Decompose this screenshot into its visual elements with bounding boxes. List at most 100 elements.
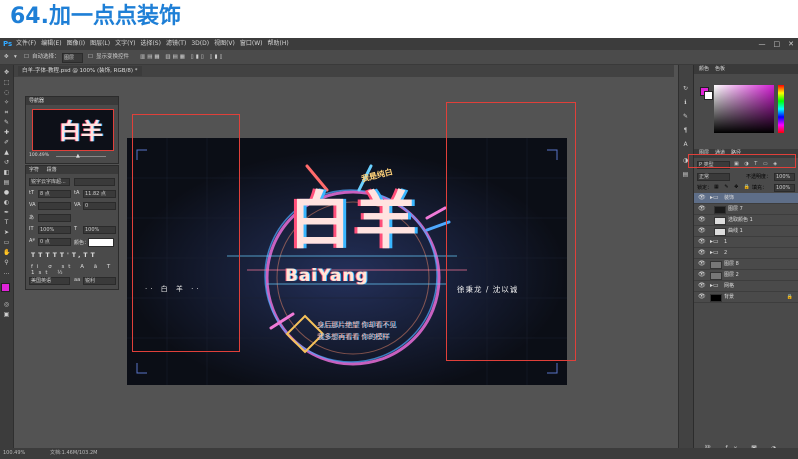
tab-paragraph[interactable]: 段落 xyxy=(47,167,57,173)
menu-item-select[interactable]: 选择(S) xyxy=(140,38,161,50)
visibility-eye-icon[interactable]: 👁 xyxy=(698,215,706,225)
path-select-icon[interactable]: ➤ xyxy=(3,229,10,236)
status-doc-size[interactable]: 文档:1.46M/103.2M xyxy=(50,448,97,459)
visibility-eye-icon[interactable]: 👁 xyxy=(698,281,706,291)
layer-row[interactable]: 👁 ▸▭ 2 xyxy=(694,248,798,259)
minimize-button[interactable]: — xyxy=(759,38,766,50)
text-color-swatch[interactable] xyxy=(88,238,114,247)
menu-item-help[interactable]: 帮助(H) xyxy=(268,38,289,50)
hand-tool-icon[interactable]: ✋ xyxy=(3,249,10,256)
foreground-color-swatch[interactable] xyxy=(1,283,10,292)
move-tool-icon[interactable]: ✥ xyxy=(4,52,9,62)
menu-item-layer[interactable]: 图层(L) xyxy=(90,38,110,50)
zoom-tool-icon[interactable]: ⚲ xyxy=(3,259,10,266)
menu-item-edit[interactable]: 编辑(E) xyxy=(41,38,61,50)
shape-tool-icon[interactable]: ▭ xyxy=(3,239,10,246)
layer-row[interactable]: 👁 ▸▭ 装饰 xyxy=(694,193,798,204)
lasso-tool-icon[interactable]: ◌ xyxy=(3,89,10,96)
show-transform-checkbox[interactable]: ☐ xyxy=(88,52,93,62)
antialias-dropdown[interactable]: 锐利 xyxy=(83,277,116,285)
layer-row[interactable]: 👁 ▸▭ 网格 xyxy=(694,281,798,292)
vertical-scale-field[interactable]: 100% xyxy=(38,226,71,234)
navigator-zoom-slider[interactable] xyxy=(56,156,106,157)
pen-tool-icon[interactable]: ✒ xyxy=(3,209,10,216)
history-panel-icon[interactable]: ↻ xyxy=(682,85,689,92)
color-picker-field[interactable] xyxy=(714,85,774,133)
eraser-tool-icon[interactable]: ◧ xyxy=(3,169,10,176)
healing-brush-icon[interactable]: ✚ xyxy=(3,129,10,136)
status-zoom[interactable]: 100.49% xyxy=(3,448,25,459)
styles-panel-icon[interactable]: ▤ xyxy=(682,171,689,178)
visibility-eye-icon[interactable]: 👁 xyxy=(698,270,706,280)
menu-item-3d[interactable]: 3D(D) xyxy=(191,38,209,50)
opentype-buttons[interactable]: fi σ st A ā T 1st ½ xyxy=(31,264,118,276)
visibility-eye-icon[interactable]: 👁 xyxy=(698,204,706,214)
tab-character[interactable]: 字符 xyxy=(29,167,39,173)
menu-item-image[interactable]: 图像(I) xyxy=(67,38,85,50)
type-tool-icon[interactable]: T xyxy=(3,219,10,226)
auto-select-checkbox[interactable]: ☐ xyxy=(24,52,29,62)
align-icons[interactable]: ▥▤▦ ▥▤▦ ▯▮▯ ▯▮▯ xyxy=(140,52,225,62)
paragraph-panel-icon[interactable]: ¶ xyxy=(682,127,689,134)
tsume-field[interactable] xyxy=(38,214,71,222)
screen-mode-icon[interactable]: ▣ xyxy=(3,311,10,318)
navigator-preview[interactable]: 白羊 xyxy=(32,109,114,151)
blend-mode-dropdown[interactable]: 正常 xyxy=(697,173,730,181)
visibility-eye-icon[interactable]: 👁 xyxy=(698,292,706,302)
layer-row[interactable]: 👁 图层 2 xyxy=(694,270,798,281)
fill-field[interactable]: 100% xyxy=(774,184,795,192)
tab-swatches[interactable]: 色板 xyxy=(712,65,728,74)
type-style-buttons[interactable]: TTTTT'T,TT xyxy=(31,252,98,259)
baseline-shift-field[interactable]: 0 点 xyxy=(38,238,71,246)
stamp-tool-icon[interactable]: ▲ xyxy=(3,149,10,156)
menu-item-filter[interactable]: 滤镜(T) xyxy=(166,38,186,50)
dodge-tool-icon[interactable]: ◐ xyxy=(3,199,10,206)
language-dropdown[interactable]: 美国英语 xyxy=(29,277,70,285)
marquee-tool-icon[interactable]: ⬚ xyxy=(3,79,10,86)
hue-slider[interactable] xyxy=(778,85,784,133)
magic-wand-icon[interactable]: ✧ xyxy=(3,99,10,106)
crop-tool-icon[interactable]: ⌗ xyxy=(3,109,10,116)
history-brush-icon[interactable]: ↺ xyxy=(3,159,10,166)
brush-tool-icon[interactable]: ✐ xyxy=(3,139,10,146)
lock-icons[interactable]: ▦ ✎ ✥ 🔒 xyxy=(714,184,752,190)
navigator-title[interactable]: 导航器 xyxy=(26,97,118,105)
tab-color[interactable]: 颜色 xyxy=(696,65,712,74)
menu-item-view[interactable]: 视图(V) xyxy=(214,38,235,50)
panel-background-swatch[interactable] xyxy=(704,91,713,100)
kerning-field[interactable] xyxy=(38,202,71,210)
visibility-eye-icon[interactable]: 👁 xyxy=(698,193,706,203)
layer-row[interactable]: 👁 选取颜色 1 xyxy=(694,215,798,226)
menu-item-type[interactable]: 文字(Y) xyxy=(115,38,135,50)
gradient-tool-icon[interactable]: ▤ xyxy=(3,179,10,186)
horizontal-scale-field[interactable]: 100% xyxy=(83,226,116,234)
navigator-zoom-value[interactable]: 100.49% xyxy=(29,153,49,158)
maximize-button[interactable]: □ xyxy=(774,38,781,50)
layer-row[interactable]: 👁 曲线 1 xyxy=(694,226,798,237)
auto-select-dropdown[interactable]: 图层 xyxy=(62,53,83,63)
tool-preset-chevron-icon[interactable]: ▾ xyxy=(14,52,17,62)
move-tool-icon[interactable]: ✥ xyxy=(3,69,10,76)
properties-panel-icon[interactable]: ℹ xyxy=(682,99,689,106)
font-family-dropdown[interactable]: 锐字云字库超... xyxy=(29,178,70,186)
navigator-slider-thumb-icon[interactable]: ▲ xyxy=(76,153,80,159)
document-tab[interactable]: 白羊-字体-教程.psd @ 100% (装饰, RGB/8) * xyxy=(18,66,142,76)
layer-row[interactable]: 👁 背景 🔒 xyxy=(694,292,798,303)
tracking-field[interactable]: 0 xyxy=(83,202,116,210)
eyedropper-icon[interactable]: ✎ xyxy=(3,119,10,126)
visibility-eye-icon[interactable]: 👁 xyxy=(698,226,706,236)
layer-row[interactable]: 👁 图层 7 xyxy=(694,204,798,215)
layer-row[interactable]: 👁 ▸▭ 1 xyxy=(694,237,798,248)
opacity-field[interactable]: 100% xyxy=(774,173,795,181)
font-style-dropdown[interactable] xyxy=(74,178,115,186)
quick-mask-icon[interactable]: ◎ xyxy=(3,301,10,308)
blur-tool-icon[interactable]: ● xyxy=(3,189,10,196)
visibility-eye-icon[interactable]: 👁 xyxy=(698,237,706,247)
character-panel-icon[interactable]: A xyxy=(682,141,689,148)
more-tools-icon[interactable]: … xyxy=(3,269,10,276)
font-size-field[interactable]: 8 点 xyxy=(38,190,71,198)
menu-item-window[interactable]: 窗口(W) xyxy=(240,38,263,50)
close-button[interactable]: ✕ xyxy=(788,38,794,50)
leading-field[interactable]: 11.82 点 xyxy=(83,190,116,198)
visibility-eye-icon[interactable]: 👁 xyxy=(698,259,706,269)
